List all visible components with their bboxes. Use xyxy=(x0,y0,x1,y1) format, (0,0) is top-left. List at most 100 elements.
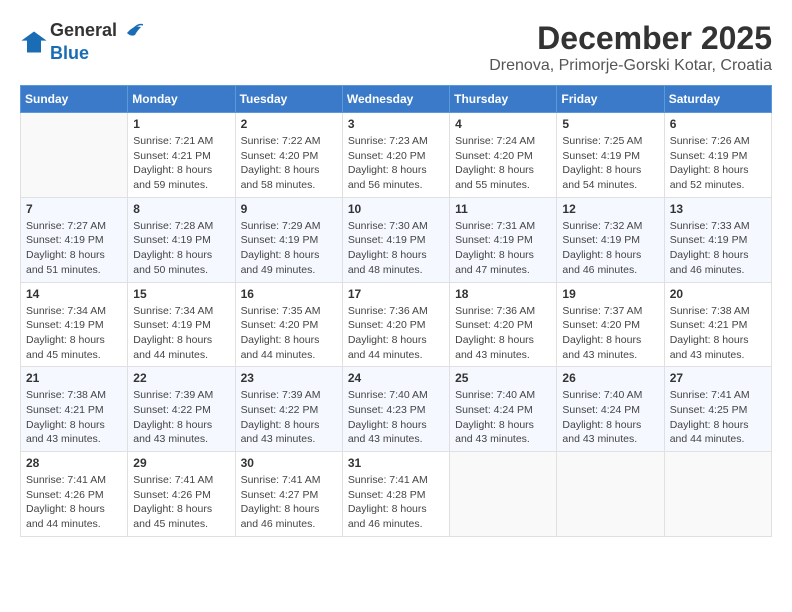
calendar-cell: 22 Sunrise: 7:39 AMSunset: 4:22 PMDayligh… xyxy=(128,367,235,452)
calendar-cell: 17Sunrise: 7:36 AMSunset: 4:20 PMDayligh… xyxy=(342,282,449,367)
day-info: Sunrise: 7:21 AMSunset: 4:21 PMDaylight:… xyxy=(133,134,229,193)
calendar-week-5: 28Sunrise: 7:41 AMSunset: 4:26 PMDayligh… xyxy=(21,452,772,537)
calendar-cell: 7Sunrise: 7:27 AMSunset: 4:19 PMDaylight… xyxy=(21,197,128,282)
calendar-cell: 29 Sunrise: 7:41 AMSunset: 4:26 PMDayligh… xyxy=(128,452,235,537)
day-number: 27 xyxy=(670,371,766,385)
page-header: General Blue December 2025 Drenova, Prim… xyxy=(20,20,772,75)
day-info: Sunrise: 7:29 AMSunset: 4:19 PMDaylight:… xyxy=(241,219,337,278)
calendar-cell xyxy=(21,113,128,198)
day-number: 16 xyxy=(241,287,337,301)
day-number: 29 xyxy=(133,456,229,470)
day-info: Sunrise: 7:22 AMSunset: 4:20 PMDaylight:… xyxy=(241,134,337,193)
logo-icon xyxy=(20,28,48,56)
calendar-cell: 5Sunrise: 7:25 AMSunset: 4:19 PMDaylight… xyxy=(557,113,664,198)
calendar-cell: 23 Sunrise: 7:39 AMSunset: 4:22 PMDayligh… xyxy=(235,367,342,452)
day-info: Sunrise: 7:38 AMSunset: 4:21 PMDaylight:… xyxy=(670,304,766,363)
day-number: 22 xyxy=(133,371,229,385)
day-info: Sunrise: 7:30 AMSunset: 4:19 PMDaylight:… xyxy=(348,219,444,278)
calendar-cell: 30 Sunrise: 7:41 AMSunset: 4:27 PMDayligh… xyxy=(235,452,342,537)
day-number: 2 xyxy=(241,117,337,131)
day-info: Sunrise: 7:39 AMSunset: 4:22 PMDaylight:… xyxy=(133,388,229,447)
day-number: 26 xyxy=(562,371,658,385)
day-number: 12 xyxy=(562,202,658,216)
day-info: Sunrise: 7:34 AMSunset: 4:19 PMDaylight:… xyxy=(133,304,229,363)
day-info: Sunrise: 7:37 AMSunset: 4:20 PMDaylight:… xyxy=(562,304,658,363)
logo-bird-icon xyxy=(119,21,143,43)
day-number: 11 xyxy=(455,202,551,216)
calendar-cell: 9 Sunrise: 7:29 AMSunset: 4:19 PMDaylight… xyxy=(235,197,342,282)
day-number: 25 xyxy=(455,371,551,385)
calendar-header: Sunday Monday Tuesday Wednesday Thursday… xyxy=(21,86,772,113)
col-friday: Friday xyxy=(557,86,664,113)
day-info: Sunrise: 7:41 AMSunset: 4:28 PMDaylight:… xyxy=(348,473,444,532)
location-title: Drenova, Primorje-Gorski Kotar, Croatia xyxy=(489,57,772,75)
day-info: Sunrise: 7:41 AMSunset: 4:26 PMDaylight:… xyxy=(133,473,229,532)
day-info: Sunrise: 7:41 AMSunset: 4:27 PMDaylight:… xyxy=(241,473,337,532)
day-number: 9 xyxy=(241,202,337,216)
calendar-cell: 27Sunrise: 7:41 AMSunset: 4:25 PMDayligh… xyxy=(664,367,771,452)
day-info: Sunrise: 7:39 AMSunset: 4:22 PMDaylight:… xyxy=(241,388,337,447)
day-info: Sunrise: 7:36 AMSunset: 4:20 PMDaylight:… xyxy=(348,304,444,363)
calendar-cell: 19 Sunrise: 7:37 AMSunset: 4:20 PMDayligh… xyxy=(557,282,664,367)
day-number: 6 xyxy=(670,117,766,131)
day-info: Sunrise: 7:27 AMSunset: 4:19 PMDaylight:… xyxy=(26,219,122,278)
day-info: Sunrise: 7:33 AMSunset: 4:19 PMDaylight:… xyxy=(670,219,766,278)
calendar-cell: 8 Sunrise: 7:28 AMSunset: 4:19 PMDaylight… xyxy=(128,197,235,282)
calendar-cell: 10 Sunrise: 7:30 AMSunset: 4:19 PMDayligh… xyxy=(342,197,449,282)
calendar-cell xyxy=(450,452,557,537)
day-info: Sunrise: 7:40 AMSunset: 4:24 PMDaylight:… xyxy=(562,388,658,447)
day-number: 20 xyxy=(670,287,766,301)
calendar-cell xyxy=(557,452,664,537)
calendar-cell: 14 Sunrise: 7:34 AMSunset: 4:19 PMDayligh… xyxy=(21,282,128,367)
day-number: 19 xyxy=(562,287,658,301)
day-info: Sunrise: 7:35 AMSunset: 4:20 PMDaylight:… xyxy=(241,304,337,363)
calendar-week-3: 14 Sunrise: 7:34 AMSunset: 4:19 PMDayligh… xyxy=(21,282,772,367)
calendar-cell: 26 Sunrise: 7:40 AMSunset: 4:24 PMDayligh… xyxy=(557,367,664,452)
day-number: 8 xyxy=(133,202,229,216)
col-sunday: Sunday xyxy=(21,86,128,113)
calendar-body: 1 Sunrise: 7:21 AMSunset: 4:21 PMDaylight… xyxy=(21,113,772,537)
day-number: 24 xyxy=(348,371,444,385)
calendar-cell: 18Sunrise: 7:36 AMSunset: 4:20 PMDayligh… xyxy=(450,282,557,367)
day-number: 30 xyxy=(241,456,337,470)
day-number: 4 xyxy=(455,117,551,131)
day-info: Sunrise: 7:28 AMSunset: 4:19 PMDaylight:… xyxy=(133,219,229,278)
day-info: Sunrise: 7:40 AMSunset: 4:23 PMDaylight:… xyxy=(348,388,444,447)
calendar-cell: 20 Sunrise: 7:38 AMSunset: 4:21 PMDayligh… xyxy=(664,282,771,367)
calendar-cell: 12 Sunrise: 7:32 AMSunset: 4:19 PMDayligh… xyxy=(557,197,664,282)
logo-blue-text: Blue xyxy=(50,43,89,63)
logo: General Blue xyxy=(20,20,145,64)
day-number: 10 xyxy=(348,202,444,216)
calendar-week-1: 1 Sunrise: 7:21 AMSunset: 4:21 PMDaylight… xyxy=(21,113,772,198)
day-info: Sunrise: 7:40 AMSunset: 4:24 PMDaylight:… xyxy=(455,388,551,447)
day-info: Sunrise: 7:31 AMSunset: 4:19 PMDaylight:… xyxy=(455,219,551,278)
day-number: 1 xyxy=(133,117,229,131)
calendar-header-row: Sunday Monday Tuesday Wednesday Thursday… xyxy=(21,86,772,113)
day-number: 21 xyxy=(26,371,122,385)
day-number: 31 xyxy=(348,456,444,470)
calendar-cell: 24 Sunrise: 7:40 AMSunset: 4:23 PMDayligh… xyxy=(342,367,449,452)
day-number: 13 xyxy=(670,202,766,216)
title-section: December 2025 Drenova, Primorje-Gorski K… xyxy=(489,20,772,75)
day-number: 23 xyxy=(241,371,337,385)
calendar-cell: 16 Sunrise: 7:35 AMSunset: 4:20 PMDayligh… xyxy=(235,282,342,367)
calendar-cell: 11 Sunrise: 7:31 AMSunset: 4:19 PMDayligh… xyxy=(450,197,557,282)
calendar-week-2: 7Sunrise: 7:27 AMSunset: 4:19 PMDaylight… xyxy=(21,197,772,282)
day-info: Sunrise: 7:26 AMSunset: 4:19 PMDaylight:… xyxy=(670,134,766,193)
calendar-cell: 13 Sunrise: 7:33 AMSunset: 4:19 PMDayligh… xyxy=(664,197,771,282)
day-number: 14 xyxy=(26,287,122,301)
calendar-cell: 15 Sunrise: 7:34 AMSunset: 4:19 PMDayligh… xyxy=(128,282,235,367)
day-number: 18 xyxy=(455,287,551,301)
day-info: Sunrise: 7:38 AMSunset: 4:21 PMDaylight:… xyxy=(26,388,122,447)
col-saturday: Saturday xyxy=(664,86,771,113)
day-info: Sunrise: 7:32 AMSunset: 4:19 PMDaylight:… xyxy=(562,219,658,278)
day-info: Sunrise: 7:34 AMSunset: 4:19 PMDaylight:… xyxy=(26,304,122,363)
col-tuesday: Tuesday xyxy=(235,86,342,113)
day-info: Sunrise: 7:41 AMSunset: 4:26 PMDaylight:… xyxy=(26,473,122,532)
day-number: 15 xyxy=(133,287,229,301)
calendar-cell: 31 Sunrise: 7:41 AMSunset: 4:28 PMDayligh… xyxy=(342,452,449,537)
day-info: Sunrise: 7:23 AMSunset: 4:20 PMDaylight:… xyxy=(348,134,444,193)
day-info: Sunrise: 7:24 AMSunset: 4:20 PMDaylight:… xyxy=(455,134,551,193)
month-title: December 2025 xyxy=(489,20,772,57)
calendar-cell: 28Sunrise: 7:41 AMSunset: 4:26 PMDayligh… xyxy=(21,452,128,537)
